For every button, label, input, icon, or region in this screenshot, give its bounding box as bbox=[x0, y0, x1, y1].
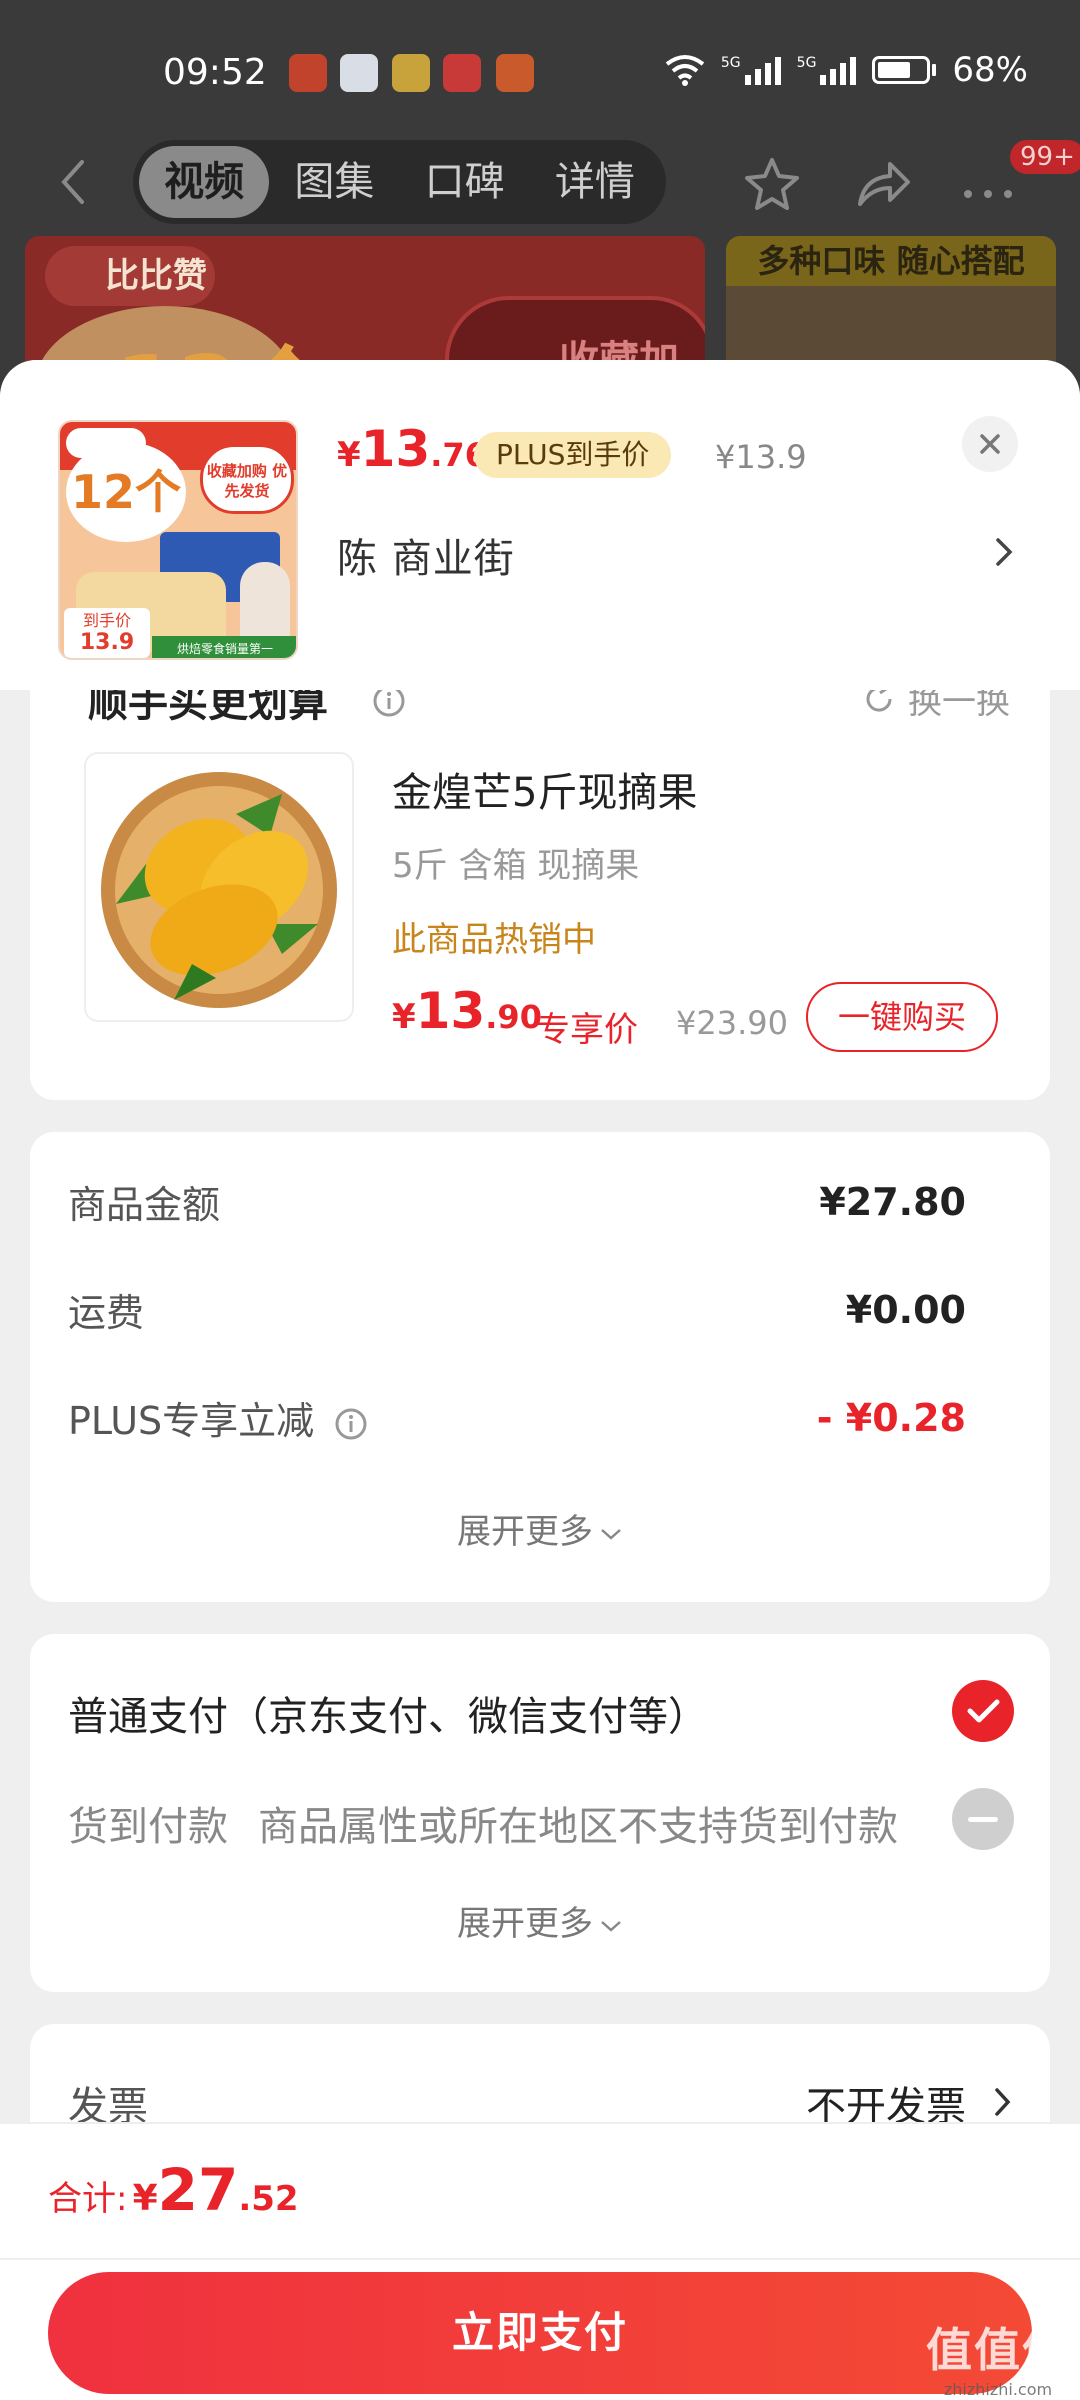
info-icon[interactable] bbox=[334, 1407, 368, 1441]
more-dots-icon[interactable] bbox=[958, 156, 1018, 212]
chevron-down-icon bbox=[601, 1920, 621, 1932]
thumb-count: 12个 bbox=[66, 442, 186, 542]
tab-reviews[interactable]: 口碑 bbox=[400, 146, 530, 218]
battery-percent: 68% bbox=[952, 50, 1028, 90]
cod-payment-note: 商品属性或所在地区不支持货到付款 bbox=[258, 1804, 898, 1850]
jd-news-app-icon bbox=[443, 54, 481, 92]
goods-amount-value: ¥27.80 bbox=[819, 1179, 966, 1224]
site-watermark: 值值值 zhizhizhi.com bbox=[926, 2314, 1070, 2399]
chevron-right-icon bbox=[995, 2088, 1011, 2116]
brand-logo: 比比赞 bbox=[45, 246, 215, 306]
recommend-item-hot: 此商品热销中 bbox=[392, 920, 596, 960]
message-badge: 99+ bbox=[1010, 140, 1080, 174]
pay-now-button[interactable]: 立即支付 bbox=[48, 2272, 1032, 2394]
chevron-down-icon bbox=[601, 1528, 621, 1540]
status-bar: 09:52 5G 5G 68% bbox=[0, 40, 1080, 110]
product-price: ¥13.76 bbox=[337, 420, 487, 478]
shipping-row: 运费 ¥0.00 bbox=[68, 1282, 966, 1337]
weibo-app-icon bbox=[392, 54, 430, 92]
camera-app-icon bbox=[496, 54, 534, 92]
original-price: ¥13.9 bbox=[715, 438, 807, 476]
goods-amount-label: 商品金额 bbox=[68, 1183, 221, 1227]
recommend-item-price: ¥13.90 bbox=[392, 982, 542, 1040]
tab-video[interactable]: 视频 bbox=[139, 146, 270, 218]
signal-icon: 5G bbox=[721, 55, 781, 85]
baidu-app-icon bbox=[340, 54, 378, 92]
plus-discount-value: - ¥0.28 bbox=[816, 1395, 966, 1440]
normal-payment-label[interactable]: 普通支付（京东支付、微信支付等） bbox=[68, 1684, 708, 1742]
cod-disabled-icon bbox=[952, 1788, 1014, 1850]
watermark-url: zhizhizhi.com bbox=[943, 2380, 1053, 2399]
flavor-tag: 多种口味 随心搭配 bbox=[726, 236, 1056, 286]
price-summary-card: 商品金额 ¥27.80 运费 ¥0.00 PLUS专享立减 - ¥0.28 展开… bbox=[30, 1132, 1050, 1602]
check-icon bbox=[967, 1699, 1000, 1723]
signal-icon: 5G bbox=[797, 55, 857, 85]
payment-selected-check[interactable] bbox=[952, 1680, 1014, 1742]
battery-icon bbox=[872, 56, 937, 84]
recommend-item-name[interactable]: 金煌芒5斤现摘果 bbox=[392, 760, 697, 818]
star-favorite-icon[interactable] bbox=[742, 156, 802, 212]
product-thumbnail[interactable]: 12个 收藏加购 优先发货 到手价 13.9 烘焙零食销量第一 bbox=[58, 420, 298, 660]
order-total: 合计: ¥27.52 bbox=[48, 2156, 299, 2224]
cod-payment-label: 货到付款 bbox=[68, 1804, 228, 1850]
shipping-label: 运费 bbox=[68, 1291, 145, 1335]
expand-more-label: 展开更多 bbox=[457, 1512, 593, 1552]
thumb-price: 到手价 13.9 bbox=[64, 608, 150, 658]
plus-discount-label: PLUS专享立减 bbox=[68, 1399, 315, 1443]
mango-image[interactable] bbox=[84, 752, 354, 1022]
status-right: 5G 5G 68% bbox=[665, 50, 1028, 90]
battery-level bbox=[878, 62, 910, 78]
tab-gallery[interactable]: 图集 bbox=[269, 146, 399, 218]
shipping-value: ¥0.00 bbox=[845, 1287, 966, 1332]
payment-method-card: 普通支付（京东支付、微信支付等） 货到付款 商品属性或所在地区不支持货到付款 展… bbox=[30, 1634, 1050, 1992]
share-icon[interactable] bbox=[852, 156, 912, 212]
recommend-item-desc: 5斤 含箱 现摘果 bbox=[392, 846, 640, 886]
status-time: 09:52 bbox=[163, 52, 267, 93]
recommend-original-price: ¥23.90 bbox=[676, 1004, 788, 1042]
one-click-buy-button[interactable]: 一键购买 bbox=[806, 982, 998, 1052]
payment-expand-more-button[interactable]: 展开更多 bbox=[30, 1896, 1050, 1945]
manhua-app-icon bbox=[289, 54, 327, 92]
checkout-bottom-bar: 合计: ¥27.52 立即支付 bbox=[0, 2122, 1080, 2400]
product-top-nav: 视频 图集 口碑 详情 99+ bbox=[0, 140, 1080, 224]
media-tabs: 视频 图集 口碑 详情 bbox=[133, 140, 666, 224]
plus-price-badge: PLUS到手价 bbox=[474, 432, 672, 478]
tab-details[interactable]: 详情 bbox=[530, 146, 660, 218]
expand-more-button[interactable]: 展开更多 bbox=[30, 1504, 1050, 1553]
chevron-right-icon[interactable] bbox=[992, 530, 1016, 574]
recommend-price-tag: 专享价 bbox=[536, 1010, 638, 1050]
delivery-address[interactable]: 陈 商业街 bbox=[337, 526, 515, 584]
mango-basket-illustration bbox=[101, 772, 337, 1008]
divider bbox=[0, 2258, 1080, 2260]
watermark-logo: 值值值 bbox=[926, 2323, 1070, 2377]
goods-amount-row: 商品金额 ¥27.80 bbox=[68, 1174, 966, 1229]
plus-discount-row: PLUS专享立减 - ¥0.28 bbox=[68, 1390, 966, 1445]
thumb-slogan: 烘焙零食销量第一 bbox=[152, 636, 296, 658]
close-icon bbox=[980, 434, 1000, 454]
close-button[interactable] bbox=[962, 416, 1018, 472]
thumb-fav: 收藏加购 优先发货 bbox=[200, 444, 294, 514]
checkout-sheet: 顺手买更划算 换一换 金煌芒5斤现摘果 5斤 含箱 现摘果 此商品热销中 ¥13… bbox=[0, 360, 1080, 2400]
payment-expand-more-label: 展开更多 bbox=[457, 1904, 593, 1944]
back-arrow-icon[interactable] bbox=[52, 156, 100, 208]
wifi-icon bbox=[665, 55, 705, 86]
sheet-header: 12个 收藏加购 优先发货 到手价 13.9 烘焙零食销量第一 ¥13.76 PL… bbox=[0, 360, 1080, 690]
